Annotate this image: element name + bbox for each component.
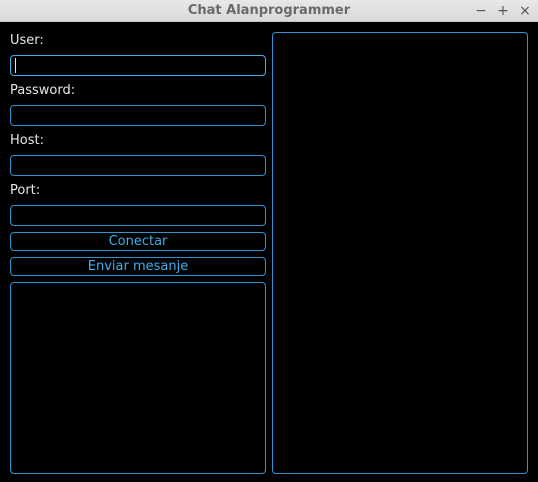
maximize-icon[interactable]: + xyxy=(494,2,512,20)
password-input[interactable] xyxy=(10,105,266,126)
user-label: User: xyxy=(10,33,44,48)
text-cursor xyxy=(15,58,16,73)
app-window: Chat Alanprogrammer − + × User: Password… xyxy=(0,0,538,482)
message-input-area[interactable] xyxy=(10,282,266,474)
window-title: Chat Alanprogrammer xyxy=(187,3,351,18)
connect-button[interactable]: Conectar xyxy=(10,232,266,251)
title-bar[interactable]: Chat Alanprogrammer − + × xyxy=(0,0,538,22)
password-label: Password: xyxy=(10,83,76,98)
host-label: Host: xyxy=(10,133,44,148)
port-label: Port: xyxy=(10,183,41,198)
close-icon[interactable]: × xyxy=(516,2,534,20)
chat-log-panel[interactable] xyxy=(272,32,528,474)
minimize-icon[interactable]: − xyxy=(472,2,490,20)
send-message-button[interactable]: Enviar mesanje xyxy=(10,257,266,276)
port-input[interactable] xyxy=(10,205,266,226)
host-input[interactable] xyxy=(10,155,266,176)
user-input[interactable] xyxy=(10,55,266,76)
